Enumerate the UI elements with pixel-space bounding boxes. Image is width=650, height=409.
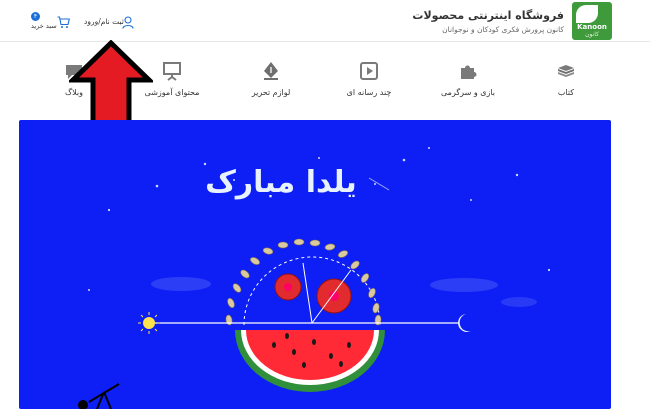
red-arrow-annotation bbox=[69, 40, 153, 126]
cart-count-badge: ۴ bbox=[31, 12, 40, 21]
category-label: کتاب bbox=[557, 88, 575, 97]
kanoon-logo[interactable]: Kanoon کانون bbox=[572, 2, 612, 40]
site-header: Kanoon کانون فروشگاه اینترنتی محصولات کا… bbox=[0, 0, 650, 42]
presentation-icon bbox=[163, 62, 181, 81]
category-label: بازی و سرگرمی bbox=[440, 88, 496, 97]
cart-label[interactable]: سبد خرید bbox=[31, 22, 57, 30]
pistachio-ring bbox=[225, 238, 382, 326]
logo-word-fa: کانون bbox=[585, 31, 599, 38]
site-subtitle: کانون پرورش فکری کودکان و نوجوانان bbox=[442, 25, 564, 34]
banner-headline: یلدا مبارک bbox=[205, 165, 357, 200]
category-stationery[interactable]: لوازم تحریر bbox=[226, 60, 316, 97]
puzzle-icon bbox=[461, 65, 477, 79]
category-games[interactable]: بازی و سرگرمی bbox=[423, 60, 513, 97]
category-label: لوازم تحریر bbox=[251, 88, 291, 97]
category-multimedia[interactable]: چند رسانه ای bbox=[324, 60, 414, 97]
logo-word: Kanoon bbox=[577, 23, 607, 31]
category-label: چند رسانه ای bbox=[346, 88, 392, 97]
yalda-illustration: یلدا مبارک bbox=[78, 147, 551, 409]
site-title: فروشگاه اینترنتی محصولات bbox=[412, 9, 564, 22]
yalda-banner[interactable]: یلدا مبارک bbox=[19, 120, 611, 409]
cart-icon[interactable] bbox=[57, 16, 70, 29]
category-books[interactable]: کتاب bbox=[521, 60, 611, 97]
logo-leaf-shape bbox=[576, 5, 598, 23]
login-register-link[interactable]: ثبت نام/ورود bbox=[84, 17, 124, 26]
media-play-icon bbox=[360, 62, 378, 80]
pen-nib-icon bbox=[264, 62, 278, 80]
books-icon bbox=[558, 65, 574, 77]
